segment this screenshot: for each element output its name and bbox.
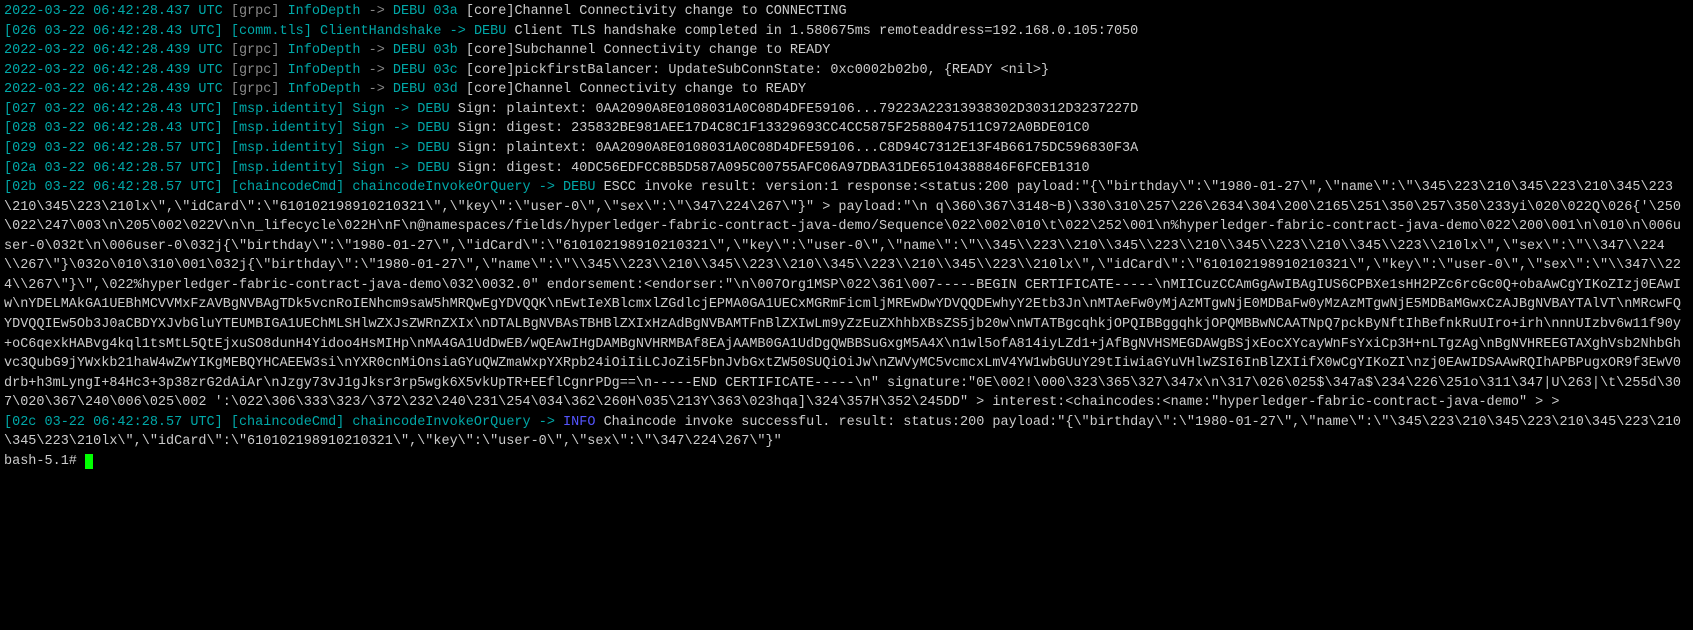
level: DEBU <box>417 161 449 176</box>
level: DEBU 03c <box>393 63 458 78</box>
cursor-icon <box>85 454 93 469</box>
module: Sign <box>352 161 384 176</box>
arrow: -> <box>369 43 385 58</box>
timestamp: [027 03-22 06:42:28.43 UTC] <box>4 102 223 117</box>
timestamp: 2022-03-22 06:42:28.439 UTC <box>4 63 223 78</box>
level: INFO <box>563 415 595 430</box>
log-line: [028 03-22 06:42:28.43 UTC] [msp.identit… <box>4 119 1689 139</box>
timestamp: [02c 03-22 06:42:28.57 UTC] <box>4 415 223 430</box>
message: Sign: digest: 40DC56EDFCC8B5D587A095C007… <box>458 161 1090 176</box>
prompt-line[interactable]: bash-5.1# <box>4 452 1689 472</box>
log-line: 2022-03-22 06:42:28.439 UTC [grpc] InfoD… <box>4 80 1689 100</box>
module: ClientHandshake <box>320 24 442 39</box>
module: chaincodeInvokeOrQuery <box>352 180 530 195</box>
timestamp: 2022-03-22 06:42:28.439 UTC <box>4 82 223 97</box>
arrow: -> <box>393 121 409 136</box>
shell-prompt: bash-5.1# <box>4 454 85 469</box>
level: DEBU <box>563 180 595 195</box>
arrow: -> <box>369 63 385 78</box>
level: DEBU 03b <box>393 43 458 58</box>
module: InfoDepth <box>288 63 361 78</box>
log-line: [02b 03-22 06:42:28.57 UTC] [chaincodeCm… <box>4 178 1689 413</box>
module: Sign <box>352 141 384 156</box>
log-line: [029 03-22 06:42:28.57 UTC] [msp.identit… <box>4 139 1689 159</box>
module: InfoDepth <box>288 82 361 97</box>
message: Client TLS handshake completed in 1.5806… <box>514 24 1138 39</box>
log-line: [02a 03-22 06:42:28.57 UTC] [msp.identit… <box>4 159 1689 179</box>
component-tag: [msp.identity] <box>231 102 344 117</box>
terminal-output[interactable]: 2022-03-22 06:42:28.437 UTC [grpc] InfoD… <box>0 0 1693 474</box>
message: Sign: digest: 235832BE981AEE17D4C8C1F133… <box>458 121 1090 136</box>
message: Sign: plaintext: 0AA2090A8E0108031A0C08D… <box>458 102 1139 117</box>
log-line: 2022-03-22 06:42:28.439 UTC [grpc] InfoD… <box>4 41 1689 61</box>
level: DEBU <box>474 24 506 39</box>
timestamp: [029 03-22 06:42:28.57 UTC] <box>4 141 223 156</box>
timestamp: [028 03-22 06:42:28.43 UTC] <box>4 121 223 136</box>
component-tag: [chaincodeCmd] <box>231 415 344 430</box>
level: DEBU 03d <box>393 82 458 97</box>
message: [core]Channel Connectivity change to CON… <box>466 4 847 19</box>
component-tag: [msp.identity] <box>231 121 344 136</box>
message: [core]Subchannel Connectivity change to … <box>466 43 831 58</box>
message: ESCC invoke result: version:1 response:<… <box>4 180 1681 410</box>
arrow: -> <box>369 82 385 97</box>
component-tag: [grpc] <box>231 43 280 58</box>
module: chaincodeInvokeOrQuery <box>352 415 530 430</box>
component-tag: [grpc] <box>231 82 280 97</box>
component-tag: [grpc] <box>231 63 280 78</box>
level: DEBU <box>417 141 449 156</box>
component-tag: [msp.identity] <box>231 161 344 176</box>
timestamp: [02b 03-22 06:42:28.57 UTC] <box>4 180 223 195</box>
timestamp: 2022-03-22 06:42:28.439 UTC <box>4 43 223 58</box>
log-line: [02c 03-22 06:42:28.57 UTC] [chaincodeCm… <box>4 413 1689 452</box>
component-tag: [comm.tls] <box>231 24 312 39</box>
message: Sign: plaintext: 0AA2090A8E0108031A0C08D… <box>458 141 1139 156</box>
log-line: [027 03-22 06:42:28.43 UTC] [msp.identit… <box>4 100 1689 120</box>
arrow: -> <box>393 161 409 176</box>
component-tag: [msp.identity] <box>231 141 344 156</box>
module: InfoDepth <box>288 4 361 19</box>
log-line: 2022-03-22 06:42:28.439 UTC [grpc] InfoD… <box>4 61 1689 81</box>
component-tag: [chaincodeCmd] <box>231 180 344 195</box>
log-line: 2022-03-22 06:42:28.437 UTC [grpc] InfoD… <box>4 2 1689 22</box>
arrow: -> <box>539 415 555 430</box>
arrow: -> <box>539 180 555 195</box>
message: [core]pickfirstBalancer: UpdateSubConnSt… <box>466 63 1049 78</box>
timestamp: [026 03-22 06:42:28.43 UTC] <box>4 24 223 39</box>
timestamp: 2022-03-22 06:42:28.437 UTC <box>4 4 223 19</box>
level: DEBU <box>417 102 449 117</box>
arrow: -> <box>450 24 466 39</box>
level: DEBU 03a <box>393 4 458 19</box>
arrow: -> <box>369 4 385 19</box>
component-tag: [grpc] <box>231 4 280 19</box>
timestamp: [02a 03-22 06:42:28.57 UTC] <box>4 161 223 176</box>
level: DEBU <box>417 121 449 136</box>
module: Sign <box>352 121 384 136</box>
log-line: [026 03-22 06:42:28.43 UTC] [comm.tls] C… <box>4 22 1689 42</box>
arrow: -> <box>393 102 409 117</box>
arrow: -> <box>393 141 409 156</box>
module: Sign <box>352 102 384 117</box>
module: InfoDepth <box>288 43 361 58</box>
message: [core]Channel Connectivity change to REA… <box>466 82 806 97</box>
